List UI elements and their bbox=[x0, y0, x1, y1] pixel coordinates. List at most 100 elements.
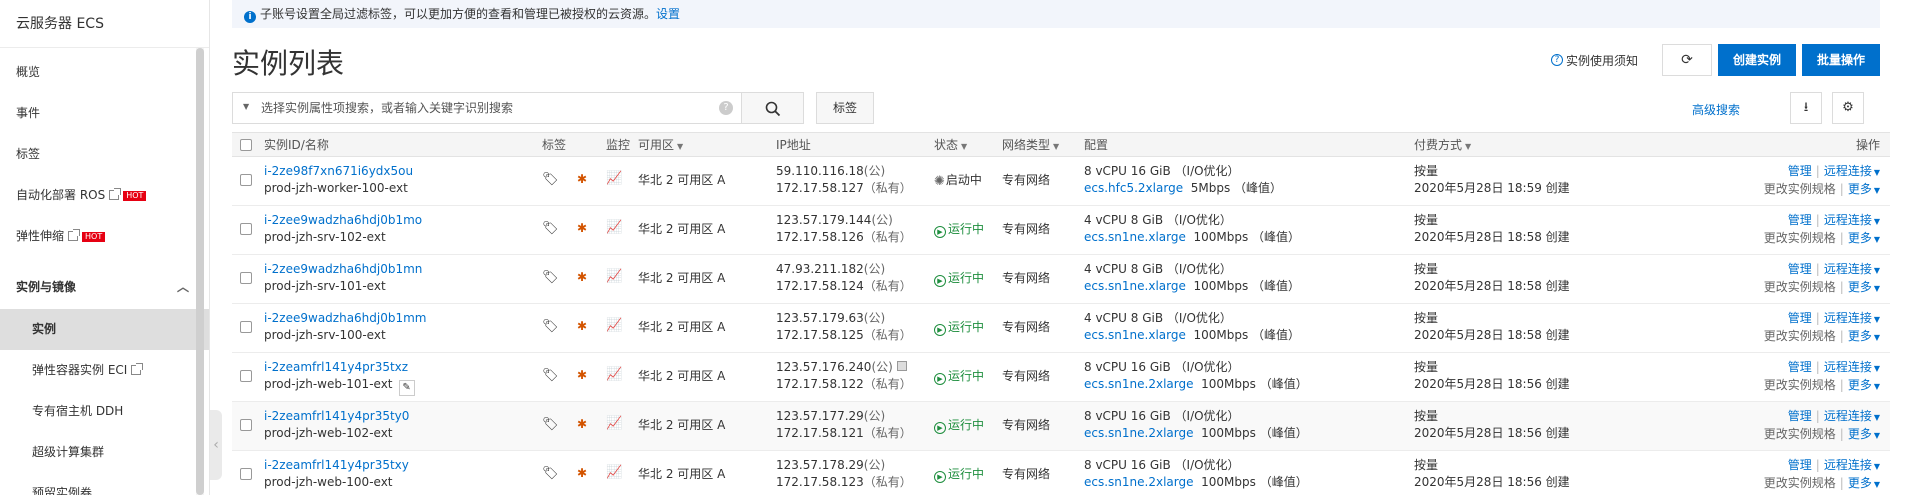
cloud-monitor-icon[interactable]: ✱ bbox=[577, 269, 587, 286]
manage-link[interactable]: 管理 bbox=[1788, 213, 1812, 227]
instance-type-link[interactable]: ecs.sn1ne.xlarge bbox=[1084, 230, 1186, 244]
instance-id-link[interactable]: i-2zee9wadzha6hdj0b1mo bbox=[264, 212, 422, 229]
search-input[interactable] bbox=[261, 93, 701, 123]
sidebar-item-events[interactable]: 事件 bbox=[0, 93, 209, 134]
more-link[interactable]: 更多 ▼ bbox=[1848, 378, 1880, 392]
tag-icon[interactable]: 🏷 bbox=[542, 269, 559, 286]
instance-type-link[interactable]: ecs.sn1ne.xlarge bbox=[1084, 328, 1186, 342]
row-checkbox[interactable] bbox=[240, 272, 252, 284]
batch-actions-button[interactable]: 批量操作 bbox=[1801, 44, 1880, 76]
change-spec-link[interactable]: 更改实例规格 bbox=[1764, 329, 1836, 343]
instance-type-link[interactable]: ecs.hfc5.2xlarge bbox=[1084, 181, 1183, 195]
instance-type-link[interactable]: ecs.sn1ne.2xlarge bbox=[1084, 475, 1194, 489]
instance-type-link[interactable]: ecs.sn1ne.xlarge bbox=[1084, 279, 1186, 293]
tag-filter-button[interactable]: 标签 bbox=[816, 92, 874, 124]
row-checkbox[interactable] bbox=[240, 223, 252, 235]
more-link[interactable]: 更多 ▼ bbox=[1848, 280, 1880, 294]
manage-link[interactable]: 管理 bbox=[1788, 360, 1812, 374]
sidebar-section-instances-images[interactable]: 实例与镜像 ︿ bbox=[0, 265, 209, 309]
search-button[interactable] bbox=[742, 92, 804, 124]
cloud-monitor-icon[interactable]: ✱ bbox=[577, 220, 587, 237]
manage-link[interactable]: 管理 bbox=[1788, 262, 1812, 276]
more-link[interactable]: 更多 ▼ bbox=[1848, 476, 1880, 490]
instance-type-link[interactable]: ecs.sn1ne.2xlarge bbox=[1084, 426, 1194, 440]
remote-connect-link[interactable]: 远程连接 ▼ bbox=[1824, 458, 1880, 472]
instance-id-link[interactable]: i-2zee9wadzha6hdj0b1mm bbox=[264, 310, 427, 327]
remote-connect-link[interactable]: 远程连接 ▼ bbox=[1824, 409, 1880, 423]
change-spec-link[interactable]: 更改实例规格 bbox=[1764, 231, 1836, 245]
change-spec-link[interactable]: 更改实例规格 bbox=[1764, 378, 1836, 392]
remote-connect-link[interactable]: 远程连接 ▼ bbox=[1824, 164, 1880, 178]
notice-settings-link[interactable]: 设置 bbox=[656, 7, 680, 21]
remote-connect-link[interactable]: 远程连接 ▼ bbox=[1824, 213, 1880, 227]
sidebar-item-autoscaling[interactable]: 弹性伸缩 HOT bbox=[0, 216, 209, 257]
cloud-monitor-icon[interactable]: ✱ bbox=[577, 416, 587, 433]
tag-icon[interactable]: 🏷 bbox=[542, 171, 559, 188]
sidebar-item-scc[interactable]: 超级计算集群 bbox=[0, 432, 209, 473]
copy-icon[interactable] bbox=[896, 361, 907, 371]
tag-icon[interactable]: 🏷 bbox=[542, 318, 559, 335]
manage-link[interactable]: 管理 bbox=[1788, 164, 1812, 178]
change-spec-link[interactable]: 更改实例规格 bbox=[1764, 427, 1836, 441]
caret-down-icon[interactable]: ▼ bbox=[243, 102, 249, 111]
monitor-chart-icon[interactable]: 📈 bbox=[606, 415, 622, 432]
monitor-chart-icon[interactable]: 📈 bbox=[606, 366, 622, 383]
change-spec-link[interactable]: 更改实例规格 bbox=[1764, 476, 1836, 490]
cloud-monitor-icon[interactable]: ✱ bbox=[577, 367, 587, 384]
monitor-chart-icon[interactable]: 📈 bbox=[606, 464, 622, 481]
row-checkbox[interactable] bbox=[240, 370, 252, 382]
col-payment[interactable]: 付费方式 ▼ bbox=[1414, 133, 1471, 157]
instance-type-link[interactable]: ecs.sn1ne.2xlarge bbox=[1084, 377, 1194, 391]
question-icon[interactable]: ? bbox=[719, 101, 733, 115]
advanced-search-link[interactable]: 高级搜索 bbox=[1692, 101, 1740, 118]
change-spec-link[interactable]: 更改实例规格 bbox=[1764, 280, 1836, 294]
sidebar-item-tags[interactable]: 标签 bbox=[0, 134, 209, 175]
sidebar-item-reserved[interactable]: 预留实例券 bbox=[0, 473, 209, 495]
change-spec-link[interactable]: 更改实例规格 bbox=[1764, 182, 1836, 196]
col-zone[interactable]: 可用区 ▼ bbox=[638, 133, 683, 157]
tag-icon[interactable]: 🏷 bbox=[542, 220, 559, 237]
settings-button[interactable]: ⚙ bbox=[1832, 92, 1864, 124]
cloud-monitor-icon[interactable]: ✱ bbox=[577, 318, 587, 335]
create-instance-button[interactable]: 创建实例 bbox=[1717, 44, 1796, 76]
sidebar-item-instances[interactable]: 实例 bbox=[0, 309, 209, 350]
refresh-button[interactable]: ⟳ bbox=[1661, 44, 1712, 76]
monitor-chart-icon[interactable]: 📈 bbox=[606, 268, 622, 285]
cloud-monitor-icon[interactable]: ✱ bbox=[577, 465, 587, 482]
row-checkbox[interactable] bbox=[240, 174, 252, 186]
export-button[interactable]: ⭳ bbox=[1790, 92, 1822, 124]
select-all-checkbox[interactable] bbox=[240, 139, 252, 151]
edit-name-icon[interactable]: ✎ bbox=[398, 380, 415, 396]
row-checkbox[interactable] bbox=[240, 468, 252, 480]
sidebar-collapse-handle[interactable]: ‹ bbox=[210, 410, 222, 480]
sidebar-item-eci[interactable]: 弹性容器实例 ECI bbox=[0, 350, 209, 391]
tag-icon[interactable]: 🏷 bbox=[542, 416, 559, 433]
instance-id-link[interactable]: i-2zee9wadzha6hdj0b1mn bbox=[264, 261, 422, 278]
manage-link[interactable]: 管理 bbox=[1788, 458, 1812, 472]
monitor-chart-icon[interactable]: 📈 bbox=[606, 219, 622, 236]
sidebar-item-ros[interactable]: 自动化部署 ROS HOT bbox=[0, 175, 209, 216]
more-link[interactable]: 更多 ▼ bbox=[1848, 182, 1880, 196]
monitor-chart-icon[interactable]: 📈 bbox=[606, 317, 622, 334]
col-status[interactable]: 状态 ▼ bbox=[934, 133, 967, 157]
sidebar-scrollbar[interactable] bbox=[196, 48, 204, 495]
instance-id-link[interactable]: i-2ze98f7xn671i6ydx5ou bbox=[264, 163, 413, 180]
manage-link[interactable]: 管理 bbox=[1788, 311, 1812, 325]
sidebar-item-overview[interactable]: 概览 bbox=[0, 52, 209, 93]
instance-id-link[interactable]: i-2zeamfrl141y4pr35txy bbox=[264, 457, 409, 474]
usage-notice-link[interactable]: ? 实例使用须知 bbox=[1550, 52, 1638, 69]
tag-icon[interactable]: 🏷 bbox=[542, 367, 559, 384]
monitor-chart-icon[interactable]: 📈 bbox=[606, 170, 622, 187]
instance-id-link[interactable]: i-2zeamfrl141y4pr35txz bbox=[264, 359, 415, 376]
col-network[interactable]: 网络类型 ▼ bbox=[1002, 133, 1059, 157]
more-link[interactable]: 更多 ▼ bbox=[1848, 231, 1880, 245]
remote-connect-link[interactable]: 远程连接 ▼ bbox=[1824, 311, 1880, 325]
row-checkbox[interactable] bbox=[240, 419, 252, 431]
row-checkbox[interactable] bbox=[240, 321, 252, 333]
sidebar-item-ddh[interactable]: 专有宿主机 DDH bbox=[0, 391, 209, 432]
cloud-monitor-icon[interactable]: ✱ bbox=[577, 171, 587, 188]
tag-icon[interactable]: 🏷 bbox=[542, 465, 559, 482]
more-link[interactable]: 更多 ▼ bbox=[1848, 329, 1880, 343]
more-link[interactable]: 更多 ▼ bbox=[1848, 427, 1880, 441]
manage-link[interactable]: 管理 bbox=[1788, 409, 1812, 423]
